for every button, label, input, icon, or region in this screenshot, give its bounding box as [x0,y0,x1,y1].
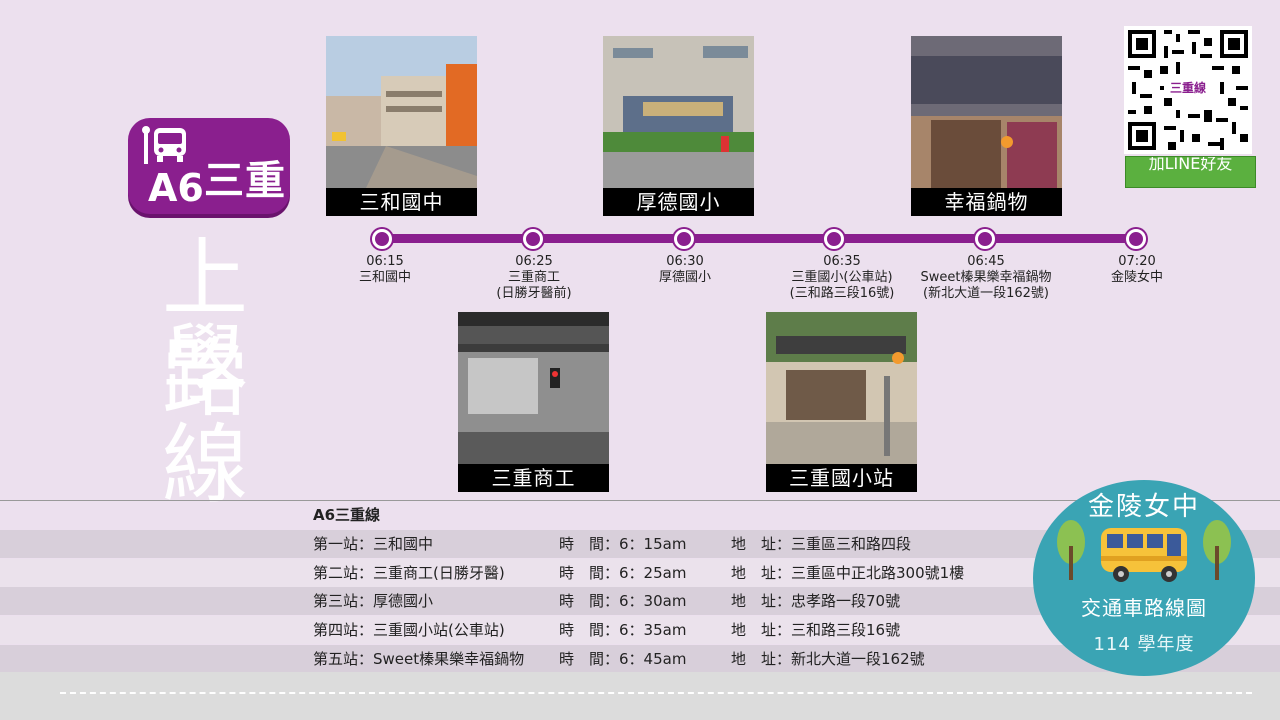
route-line [382,234,1138,243]
stop-label: 07:20 金陵女中 [1052,254,1222,286]
route-name: 三重 [204,158,286,204]
row-time: 時 間：6：15am [559,535,687,553]
route-code: A6 [148,166,204,210]
school-bus-icon [1057,520,1231,582]
stop-label: 06:25 三重商工 (日勝牙醫前) [449,254,619,302]
route-node [975,229,995,249]
stop-label: 06:30 厚德國小 [600,254,770,286]
stop-name: 三和國中 [358,270,411,285]
stop-time: 06:45 [967,254,1005,269]
photo-caption: 幸福鍋物 [911,188,1062,216]
stop-name-detail: (新北大道一段162號) [923,286,1049,301]
route-node [674,229,694,249]
school-subtitle: 交通車路線圖 [1081,596,1207,620]
stop-name: 金陵女中 [1110,270,1163,285]
stop-time: 06:30 [666,254,704,269]
stop-label: 06:15 三和國中 [300,254,470,286]
stop-label: 06:45 Sweet榛果樂幸福鍋物 (新北大道一段162號) [901,254,1071,302]
row-time: 時 間：6：35am [559,621,687,639]
stop-time: 07:20 [1118,254,1156,269]
photo-sanchong-vocational: 三重商工 [458,312,609,492]
row-stop: 第二站：三重商工(日勝牙醫) [313,564,505,582]
row-address: 地 址：三重區中正北路300號1樓 [731,564,965,582]
stop-name: 厚德國小 [658,270,711,285]
photo-caption: 三重商工 [458,464,609,492]
route-node [372,229,392,249]
footer-band [0,672,1280,720]
footer-dashed-line [60,692,1252,694]
route-badge: A6 三重 [128,118,290,214]
stop-name: Sweet榛果樂幸福鍋物 [920,270,1052,285]
row-stop: 第四站：三重國小站(公車站) [313,621,505,639]
row-address: 地 址：三和路三段16號 [731,621,901,639]
row-address: 地 址：新北大道一段162號 [731,650,925,668]
photo-sanhe-junior-high: 三和國中 [326,36,477,216]
page-title-line-2: 路線 [162,329,254,515]
row-stop: 第一站：三和國中 [313,535,434,553]
bus-stop-icon [142,126,186,164]
row-time: 時 間：6：30am [559,592,687,610]
row-time: 時 間：6：45am [559,650,687,668]
row-stop: 第三站：厚德國小 [313,592,434,610]
add-line-friend-button[interactable]: 加LINE好友 [1125,156,1256,188]
school-logo: 金陵女中 交通車路線圖 114 學年度 [1033,480,1255,676]
row-stop: 第五站：Sweet榛果樂幸福鍋物 [313,650,525,668]
photo-sanchong-elementary-stop: 三重國小站 [766,312,917,492]
stop-name-detail: (日勝牙醫前) [496,286,572,301]
table-title: A6三重線 [313,506,381,524]
route-node [824,229,844,249]
stop-name: 三重商工 [507,270,560,285]
row-address: 地 址：三重區三和路四段 [731,535,912,553]
photo-caption: 三和國中 [326,188,477,216]
row-time: 時 間：6：25am [559,564,687,582]
row-address: 地 址：忠孝路一段70號 [731,592,901,610]
qr-route-badge: 三重線 [1164,80,1212,96]
route-node [1126,229,1146,249]
photo-caption: 厚德國小 [603,188,754,216]
photo-houde-elementary: 厚德國小 [603,36,754,216]
school-year: 114 學年度 [1093,634,1195,655]
photo-caption: 三重國小站 [766,464,917,492]
route-node [523,229,543,249]
stop-time: 06:25 [515,254,553,269]
photo-happiness-hotpot: 幸福鍋物 [911,36,1062,216]
stop-time: 06:15 [366,254,404,269]
